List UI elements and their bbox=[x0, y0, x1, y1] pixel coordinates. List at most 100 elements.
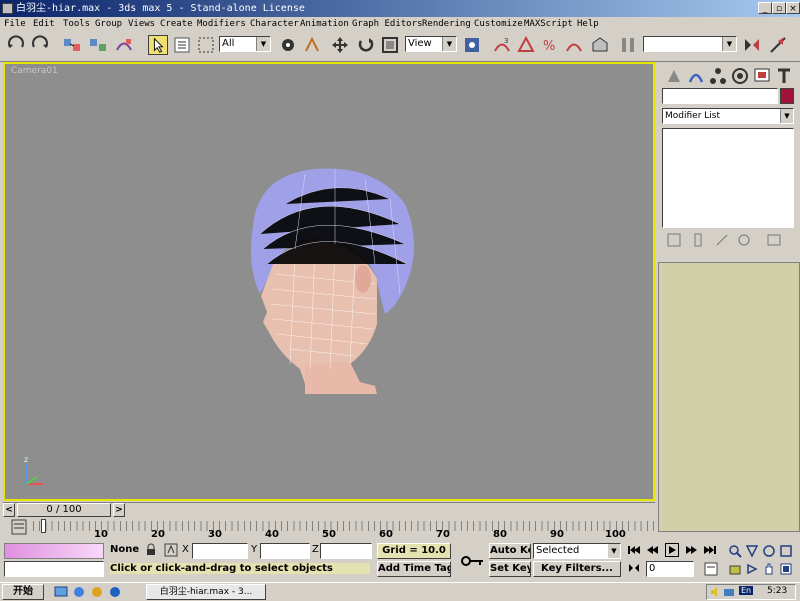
language-indicator[interactable]: En bbox=[739, 586, 754, 595]
add-time-tag-button[interactable]: Add Time Tag bbox=[377, 561, 451, 577]
utilities-tab-icon[interactable] bbox=[774, 66, 794, 86]
configure-modifier-sets-icon[interactable] bbox=[766, 232, 782, 248]
object-color-swatch[interactable] bbox=[780, 88, 794, 104]
time-prev-arrow[interactable]: < bbox=[3, 503, 15, 517]
zoom-icon[interactable] bbox=[728, 544, 742, 558]
object-name-field[interactable] bbox=[662, 88, 778, 104]
menu-customize[interactable]: Customize bbox=[474, 17, 523, 31]
bind-space-warp-icon[interactable] bbox=[114, 35, 134, 55]
select-manipulate-icon[interactable]: 3 bbox=[492, 35, 512, 55]
angle-snap-icon[interactable] bbox=[516, 35, 536, 55]
roll-icon[interactable] bbox=[745, 562, 759, 576]
menu-animation[interactable]: Animation bbox=[300, 17, 349, 31]
time-configuration-icon[interactable] bbox=[704, 562, 718, 576]
y-coordinate-field[interactable] bbox=[260, 543, 310, 559]
maxscript-listener-mini[interactable] bbox=[4, 543, 104, 559]
menu-tools[interactable]: Tools bbox=[63, 17, 90, 31]
desktop-icon[interactable] bbox=[54, 585, 68, 599]
key-mode-dropdown[interactable]: Selected ▼ bbox=[533, 543, 621, 559]
network-icon[interactable] bbox=[723, 586, 735, 598]
previous-frame-icon[interactable] bbox=[646, 544, 660, 556]
menu-help[interactable]: Help bbox=[577, 17, 599, 31]
select-by-name-icon[interactable] bbox=[172, 35, 192, 55]
zoom-extents-icon[interactable] bbox=[779, 544, 793, 558]
rotate-icon[interactable] bbox=[356, 35, 376, 55]
mirror-icon[interactable] bbox=[618, 35, 638, 55]
redo-icon[interactable] bbox=[30, 35, 50, 55]
go-to-start-icon[interactable] bbox=[627, 544, 641, 556]
menu-graph-editors[interactable]: Graph Editors bbox=[352, 17, 422, 31]
remove-modifier-icon[interactable] bbox=[736, 232, 752, 248]
start-button[interactable]: 开始 bbox=[2, 584, 44, 600]
time-marker[interactable] bbox=[41, 519, 46, 533]
undo-icon[interactable] bbox=[6, 35, 26, 55]
make-unique-icon[interactable] bbox=[714, 232, 730, 248]
selection-filter-dropdown[interactable]: All ▼ bbox=[219, 36, 271, 52]
modifier-list-dropdown[interactable]: Modifier List ▼ bbox=[662, 108, 794, 124]
key-filters-button[interactable]: Key Filters... bbox=[533, 561, 621, 577]
scale-icon[interactable] bbox=[380, 35, 400, 55]
menu-character[interactable]: Character bbox=[250, 17, 299, 31]
head-model[interactable] bbox=[5, 64, 653, 499]
absolute-mode-icon[interactable] bbox=[164, 543, 178, 557]
z-coordinate-field[interactable] bbox=[320, 543, 372, 559]
curve-editor-icon[interactable] bbox=[11, 519, 27, 535]
named-selection-sets-dropdown[interactable]: ▼ bbox=[643, 36, 737, 52]
named-selection-icon[interactable] bbox=[590, 35, 610, 55]
pivot-center-icon[interactable] bbox=[462, 35, 482, 55]
x-coordinate-field[interactable] bbox=[192, 543, 248, 559]
menu-group[interactable]: Group bbox=[95, 17, 122, 31]
play-icon[interactable] bbox=[665, 543, 679, 557]
menu-views[interactable]: Views bbox=[128, 17, 155, 31]
time-slider-bar[interactable]: < 0 / 100 > bbox=[3, 502, 655, 517]
next-frame-icon[interactable] bbox=[684, 544, 698, 556]
maxscript-input[interactable] bbox=[4, 561, 104, 577]
perspective-viewport[interactable]: Camera01 z bbox=[3, 62, 655, 501]
display-tab-icon[interactable] bbox=[752, 66, 772, 86]
motion-tab-icon[interactable] bbox=[730, 66, 750, 86]
set-key-button[interactable]: Set Key bbox=[489, 561, 531, 577]
time-slider-thumb[interactable]: 0 / 100 bbox=[17, 503, 111, 517]
menu-edit[interactable]: Edit bbox=[33, 17, 55, 31]
region-select-icon[interactable] bbox=[196, 35, 216, 55]
key-mode-toggle-icon[interactable] bbox=[627, 562, 641, 574]
pin-stack-icon[interactable] bbox=[666, 232, 682, 248]
manipulate-icon[interactable] bbox=[302, 35, 322, 55]
percent-snap-icon[interactable]: % bbox=[540, 35, 560, 55]
trackbar[interactable]: 10 20 30 40 50 60 70 80 90 100 bbox=[3, 517, 655, 541]
ie-icon[interactable] bbox=[72, 585, 86, 599]
key-icon[interactable] bbox=[458, 547, 486, 575]
create-tab-icon[interactable] bbox=[664, 66, 684, 86]
lock-selection-icon[interactable] bbox=[144, 543, 158, 557]
modify-tab-icon[interactable] bbox=[686, 66, 706, 86]
task-button-3dsmax[interactable]: 白羽尘-hiar.max - 3... bbox=[146, 584, 266, 600]
reference-coordinate-dropdown[interactable]: View ▼ bbox=[405, 36, 457, 52]
unlink-icon[interactable] bbox=[88, 35, 108, 55]
field-of-view-icon[interactable] bbox=[745, 544, 759, 558]
menu-modifiers[interactable]: Modifiers bbox=[197, 17, 246, 31]
move-icon[interactable] bbox=[330, 35, 350, 55]
go-to-end-icon[interactable] bbox=[703, 544, 717, 556]
minimize-button[interactable]: _ bbox=[758, 2, 772, 14]
show-end-result-icon[interactable] bbox=[690, 232, 706, 248]
close-button[interactable]: × bbox=[786, 2, 800, 14]
align-icon[interactable] bbox=[768, 35, 788, 55]
window-crossing-icon[interactable] bbox=[278, 35, 298, 55]
hierarchy-tab-icon[interactable] bbox=[708, 66, 728, 86]
spinner-snap-icon[interactable] bbox=[564, 35, 584, 55]
app-icon[interactable] bbox=[2, 3, 13, 14]
pan-icon[interactable] bbox=[762, 562, 776, 576]
modifier-stack-list[interactable] bbox=[662, 128, 794, 228]
dolly-icon[interactable] bbox=[728, 562, 742, 576]
outlook-icon[interactable] bbox=[108, 585, 122, 599]
volume-icon[interactable] bbox=[709, 586, 721, 598]
menu-maxscript[interactable]: MAXScript bbox=[524, 17, 573, 31]
time-next-arrow[interactable]: > bbox=[113, 503, 125, 517]
menu-file[interactable]: File bbox=[4, 17, 26, 31]
maximize-button[interactable]: ▫ bbox=[772, 2, 786, 14]
maximize-viewport-icon[interactable] bbox=[779, 562, 793, 576]
select-object-icon[interactable] bbox=[148, 35, 168, 55]
media-icon[interactable] bbox=[90, 585, 104, 599]
mirror-tool-icon[interactable] bbox=[742, 35, 762, 55]
current-frame-field[interactable]: 0 bbox=[646, 561, 694, 577]
